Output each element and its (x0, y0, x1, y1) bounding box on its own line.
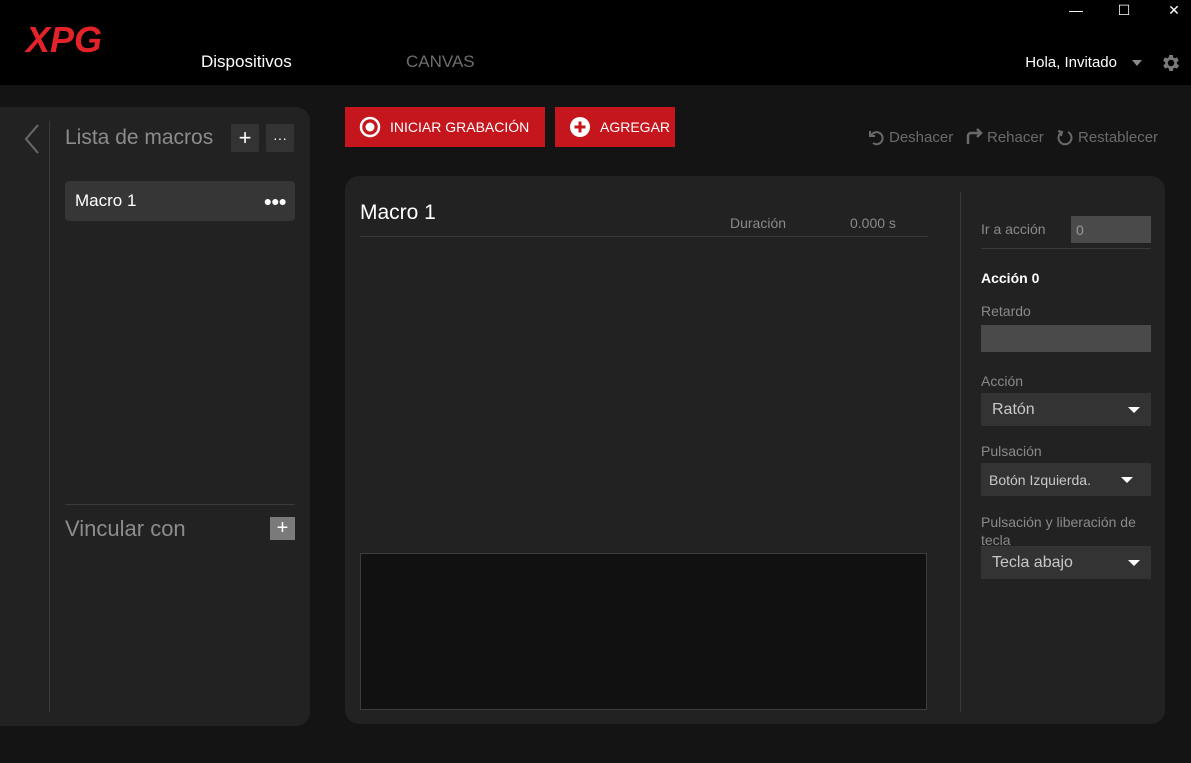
goto-action-label: Ir a acción (981, 221, 1046, 237)
macro-list-title: Lista de macros (65, 126, 214, 149)
macro-list-panel: Lista de macros + ··· Macro 1 ●●● Vincul… (0, 107, 310, 726)
goto-action-input[interactable] (1071, 216, 1151, 243)
duration-value: 0.000 s (850, 215, 896, 231)
close-button[interactable]: ✕ (1151, 0, 1191, 20)
press-release-label: Pulsación y liberación de tecla (981, 514, 1136, 548)
action-list-area[interactable] (360, 248, 928, 548)
macro-item-label: Macro 1 (75, 191, 137, 210)
action-type-value: Ratón (992, 400, 1035, 418)
add-link-button[interactable]: + (270, 517, 295, 540)
properties-divider-line (981, 248, 1151, 249)
divider (65, 504, 295, 505)
caret-down-icon (1121, 477, 1133, 483)
title-bar: XPG Dispositivos CANVAS Hola, Invitado —… (0, 0, 1191, 85)
undo-label: Deshacer (889, 128, 954, 146)
list-item[interactable]: Macro 1 ●●● (65, 181, 295, 221)
duration-label: Duración (730, 215, 787, 231)
plus-icon: + (238, 125, 252, 150)
close-icon: ✕ (1168, 1, 1180, 18)
chevron-down-icon[interactable] (1132, 60, 1142, 66)
reset-label: Restablecer (1078, 128, 1159, 146)
action-type-label: Acción (981, 373, 1024, 389)
press-select[interactable]: Botón Izquierda. (981, 463, 1151, 496)
minimize-icon: — (1069, 2, 1083, 18)
action-type-select[interactable]: Ratón (981, 393, 1151, 426)
press-value: Botón Izquierda. (989, 471, 1091, 488)
caret-down-icon (1128, 407, 1140, 413)
reset-button[interactable]: Restablecer (1056, 128, 1158, 146)
delay-input[interactable] (981, 325, 1151, 352)
action-detail-box[interactable] (360, 553, 927, 710)
xpg-logo: XPG (24, 19, 102, 58)
macro-list-menu-button[interactable]: ··· (266, 124, 294, 152)
press-label: Pulsación (981, 443, 1042, 459)
maximize-icon: ☐ (1117, 1, 1131, 18)
start-recording-label: INICIAR GRABACIÓN (390, 119, 530, 135)
more-icon[interactable]: ●●● (264, 193, 287, 209)
caret-down-icon (1128, 560, 1140, 566)
add-macro-button[interactable]: + (231, 124, 259, 152)
record-icon (359, 116, 381, 138)
redo-icon (966, 128, 983, 144)
action-heading: Acción 0 (981, 270, 1040, 286)
panel-divider (49, 121, 50, 712)
press-release-select[interactable]: Tecla abajo (981, 546, 1151, 579)
redo-label: Rehacer (987, 128, 1044, 146)
gear-icon[interactable] (1160, 52, 1182, 74)
more-icon: ··· (273, 130, 287, 146)
tab-dispositivos[interactable]: Dispositivos (201, 52, 292, 72)
macro-editor-panel: Macro 1 Duración 0.000 s Ir a acción Acc… (345, 176, 1165, 724)
properties-divider (960, 192, 961, 712)
plus-circle-icon (570, 117, 590, 137)
tab-canvas[interactable]: CANVAS (406, 52, 475, 72)
undo-icon (869, 131, 884, 146)
delay-label: Retardo (981, 303, 1031, 319)
chevron-left-icon[interactable] (22, 123, 42, 155)
add-action-label: AGREGAR (600, 119, 671, 135)
plus-icon: + (276, 517, 289, 539)
title-divider (360, 236, 928, 237)
macro-title: Macro 1 (360, 201, 436, 224)
svg-text:XPG: XPG (24, 19, 102, 58)
redo-button[interactable]: Rehacer (965, 128, 1044, 146)
reset-icon (1057, 130, 1073, 146)
minimize-button[interactable]: — (1053, 0, 1099, 20)
maximize-button[interactable]: ☐ (1101, 0, 1147, 20)
press-release-value: Tecla abajo (992, 553, 1073, 571)
user-greeting[interactable]: Hola, Invitado (1025, 54, 1117, 71)
add-action-button[interactable]: AGREGAR (555, 107, 675, 147)
start-recording-button[interactable]: INICIAR GRABACIÓN (345, 107, 545, 147)
link-with-title: Vincular con (65, 516, 186, 541)
undo-button[interactable]: Deshacer (867, 128, 953, 146)
